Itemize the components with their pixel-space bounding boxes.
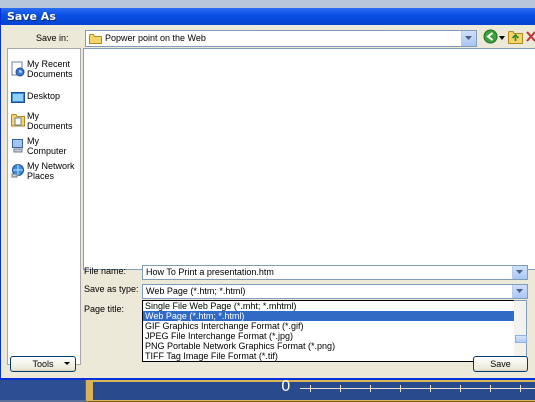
places-bar: My Recent Documents Desktop My Documents… — [7, 48, 81, 365]
my-computer-icon — [12, 139, 23, 153]
save-as-type-label: Save as type: — [84, 284, 139, 294]
ruler-line — [300, 388, 535, 389]
ruler-tick — [340, 385, 341, 392]
up-folder-icon — [508, 31, 523, 44]
save-as-type-value: Web Page (*.htm; *.html) — [146, 286, 246, 296]
chevron-down-icon[interactable] — [512, 285, 527, 298]
list-item-selected[interactable]: Web Page (*.htm; *.html) — [143, 311, 515, 321]
ruler-inner — [93, 382, 535, 400]
chevron-down-icon — [64, 362, 70, 365]
places-item-my-network-places[interactable]: My Network Places — [8, 161, 80, 195]
title-bar[interactable]: Save As — [1, 8, 535, 25]
ruler-tick — [370, 385, 371, 392]
places-item-my-recent-documents[interactable]: My Recent Documents — [8, 59, 80, 93]
save-in-label: Save in: — [36, 33, 69, 43]
file-list[interactable] — [83, 48, 535, 270]
page-title-label: Page title: — [84, 304, 125, 314]
back-arrow-icon — [483, 29, 498, 44]
save-as-type-dropdown[interactable]: Web Page (*.htm; *.html) — [142, 284, 528, 299]
delete-icon — [526, 31, 535, 42]
list-item[interactable]: Single File Web Page (*.mht; *.mhtml) — [143, 301, 515, 311]
chevron-down-icon[interactable] — [512, 266, 527, 279]
save-in-dropdown[interactable]: Popwer point on the Web — [85, 30, 477, 47]
scrollbar-thumb[interactable] — [515, 335, 527, 343]
chevron-down-icon[interactable] — [461, 31, 476, 46]
dialog-title: Save As — [7, 10, 56, 23]
save-as-dialog: Save As Save in: Popwer point on the Web — [0, 8, 535, 380]
ruler-tick — [460, 385, 461, 392]
list-item[interactable]: TIFF Tag Image File Format (*.tif) — [143, 351, 515, 361]
file-name-field[interactable]: How To Print a presentation.htm — [142, 265, 528, 280]
chevron-down-icon — [499, 36, 505, 40]
folder-icon — [89, 34, 102, 44]
places-label: My Computer — [27, 136, 67, 156]
desktop-icon — [11, 92, 25, 103]
my-documents-icon — [11, 114, 25, 127]
network-places-icon — [11, 164, 24, 178]
places-label: Desktop — [27, 91, 61, 101]
recent-documents-icon — [11, 61, 25, 77]
file-name-label: File name: — [84, 266, 127, 276]
save-button[interactable]: Save — [473, 356, 528, 372]
list-item[interactable]: PNG Portable Network Graphics Format (*.… — [143, 341, 515, 351]
list-scrollbar[interactable] — [514, 300, 527, 362]
back-button[interactable] — [483, 29, 498, 47]
navigation-toolbar — [481, 29, 535, 47]
ruler-tick — [490, 385, 491, 392]
file-name-value: How To Print a presentation.htm — [146, 267, 274, 277]
places-label: My Network Places — [27, 161, 75, 181]
places-label: My Recent Documents — [27, 59, 73, 79]
list-item[interactable]: JPEG File Interchange Format (*.jpg) — [143, 331, 515, 341]
list-item[interactable]: GIF Graphics Interchange Format (*.gif) — [143, 321, 515, 331]
delete-button[interactable] — [526, 30, 535, 48]
ruler-tick — [400, 385, 401, 392]
ruler-tick — [430, 385, 431, 392]
places-label: My Documents — [27, 111, 73, 131]
save-as-type-list: Single File Web Page (*.mht; *.mhtml) We… — [142, 300, 516, 362]
up-folder-button[interactable] — [508, 30, 523, 48]
tools-button[interactable]: Tools — [10, 356, 76, 372]
ruler-tick — [310, 385, 311, 392]
ruler-tick — [520, 385, 521, 392]
save-in-value: Popwer point on the Web — [105, 33, 206, 43]
